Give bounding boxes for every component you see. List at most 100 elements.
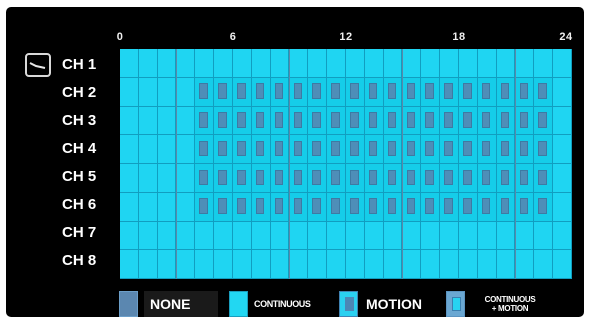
- schedule-cell-ch6-h20[interactable]: [496, 192, 516, 222]
- schedule-cell-ch7-h2[interactable]: [157, 221, 177, 251]
- schedule-cell-ch1-h7[interactable]: [251, 49, 271, 78]
- schedule-cell-ch5-h20[interactable]: [496, 164, 516, 193]
- schedule-cell-ch5-h9[interactable]: [289, 164, 309, 193]
- schedule-cell-ch1-h14[interactable]: [383, 49, 403, 78]
- schedule-cell-ch1-h9[interactable]: [289, 49, 309, 78]
- schedule-cell-ch6-h10[interactable]: [308, 192, 328, 222]
- schedule-cell-ch2-h22[interactable]: [534, 77, 554, 107]
- schedule-cell-ch1-h6[interactable]: [233, 49, 252, 78]
- schedule-cell-ch1-h18[interactable]: [459, 49, 478, 78]
- schedule-cell-ch6-h11[interactable]: [327, 192, 346, 222]
- schedule-cell-ch7-h10[interactable]: [308, 221, 328, 251]
- schedule-cell-ch8-h11[interactable]: [327, 250, 346, 279]
- channel-label-5[interactable]: CH 5: [62, 167, 112, 187]
- schedule-cell-ch5-h16[interactable]: [421, 164, 441, 193]
- schedule-cell-ch2-h3[interactable]: [176, 77, 196, 107]
- schedule-cell-ch1-h12[interactable]: [346, 49, 365, 78]
- schedule-cell-ch6-h2[interactable]: [157, 192, 177, 222]
- schedule-cell-ch1-h2[interactable]: [157, 49, 177, 78]
- schedule-cell-ch1-h3[interactable]: [176, 49, 196, 78]
- schedule-cell-ch3-h8[interactable]: [270, 106, 290, 136]
- schedule-cell-ch8-h8[interactable]: [270, 250, 290, 279]
- schedule-cell-ch2-h4[interactable]: [195, 77, 215, 107]
- schedule-cell-ch2-h23[interactable]: [553, 77, 572, 107]
- schedule-cell-ch7-h4[interactable]: [195, 221, 215, 251]
- schedule-cell-ch8-h23[interactable]: [553, 250, 572, 279]
- schedule-cell-ch3-h9[interactable]: [289, 106, 309, 136]
- schedule-cell-ch5-h4[interactable]: [195, 164, 215, 193]
- schedule-cell-ch2-h11[interactable]: [327, 77, 346, 107]
- schedule-cell-ch8-h13[interactable]: [364, 250, 384, 279]
- schedule-cell-ch8-h2[interactable]: [157, 250, 177, 279]
- legend-continuous-motion[interactable]: CONTINUOUS + MOTION: [446, 291, 554, 317]
- schedule-cell-ch3-h4[interactable]: [195, 106, 215, 136]
- schedule-cell-ch7-h6[interactable]: [233, 221, 252, 251]
- schedule-cell-ch8-h1[interactable]: [138, 250, 158, 279]
- schedule-cell-ch7-h20[interactable]: [496, 221, 516, 251]
- schedule-cell-ch6-h4[interactable]: [195, 192, 215, 222]
- schedule-cell-ch3-h15[interactable]: [402, 106, 422, 136]
- channel-label-6[interactable]: CH 6: [62, 195, 112, 215]
- schedule-cell-ch7-h19[interactable]: [477, 221, 497, 251]
- schedule-cell-ch7-h16[interactable]: [421, 221, 441, 251]
- schedule-cell-ch5-h19[interactable]: [477, 164, 497, 193]
- schedule-cell-ch6-h9[interactable]: [289, 192, 309, 222]
- schedule-cell-ch7-h14[interactable]: [383, 221, 403, 251]
- schedule-cell-ch2-h16[interactable]: [421, 77, 441, 107]
- schedule-cell-ch3-h0[interactable]: [120, 106, 139, 136]
- schedule-cell-ch3-h2[interactable]: [157, 106, 177, 136]
- schedule-cell-ch4-h5[interactable]: [214, 135, 233, 164]
- schedule-cell-ch6-h6[interactable]: [233, 192, 252, 222]
- schedule-cell-ch2-h19[interactable]: [477, 77, 497, 107]
- schedule-cell-ch4-h9[interactable]: [289, 135, 309, 164]
- schedule-cell-ch3-h6[interactable]: [233, 106, 252, 136]
- schedule-cell-ch8-h10[interactable]: [308, 250, 328, 279]
- schedule-cell-ch6-h7[interactable]: [251, 192, 271, 222]
- schedule-cell-ch3-h23[interactable]: [553, 106, 572, 136]
- schedule-cell-ch2-h9[interactable]: [289, 77, 309, 107]
- schedule-cell-ch3-h22[interactable]: [534, 106, 554, 136]
- schedule-cell-ch3-h20[interactable]: [496, 106, 516, 136]
- schedule-cell-ch6-h13[interactable]: [364, 192, 384, 222]
- schedule-cell-ch8-h21[interactable]: [515, 250, 535, 279]
- schedule-cell-ch4-h13[interactable]: [364, 135, 384, 164]
- schedule-cell-ch4-h22[interactable]: [534, 135, 554, 164]
- schedule-cell-ch1-h13[interactable]: [364, 49, 384, 78]
- schedule-cell-ch4-h17[interactable]: [440, 135, 459, 164]
- schedule-cell-ch1-h5[interactable]: [214, 49, 233, 78]
- schedule-cell-ch4-h1[interactable]: [138, 135, 158, 164]
- schedule-cell-ch5-h23[interactable]: [553, 164, 572, 193]
- legend-continuous[interactable]: CONTINUOUS: [229, 291, 333, 317]
- schedule-cell-ch7-h17[interactable]: [440, 221, 459, 251]
- schedule-cell-ch8-h12[interactable]: [346, 250, 365, 279]
- schedule-cell-ch4-h21[interactable]: [515, 135, 535, 164]
- schedule-cell-ch8-h14[interactable]: [383, 250, 403, 279]
- schedule-cell-ch7-h21[interactable]: [515, 221, 535, 251]
- schedule-cell-ch3-h1[interactable]: [138, 106, 158, 136]
- schedule-cell-ch4-h15[interactable]: [402, 135, 422, 164]
- schedule-cell-ch8-h16[interactable]: [421, 250, 441, 279]
- schedule-cell-ch1-h17[interactable]: [440, 49, 459, 78]
- schedule-cell-ch3-h19[interactable]: [477, 106, 497, 136]
- schedule-cell-ch5-h5[interactable]: [214, 164, 233, 193]
- schedule-cell-ch5-h15[interactable]: [402, 164, 422, 193]
- schedule-cell-ch5-h2[interactable]: [157, 164, 177, 193]
- schedule-cell-ch2-h5[interactable]: [214, 77, 233, 107]
- schedule-cell-ch4-h11[interactable]: [327, 135, 346, 164]
- schedule-cell-ch1-h20[interactable]: [496, 49, 516, 78]
- schedule-cell-ch3-h16[interactable]: [421, 106, 441, 136]
- schedule-cell-ch6-h15[interactable]: [402, 192, 422, 222]
- schedule-cell-ch2-h14[interactable]: [383, 77, 403, 107]
- schedule-cell-ch7-h15[interactable]: [402, 221, 422, 251]
- schedule-cell-ch7-h5[interactable]: [214, 221, 233, 251]
- channel-label-1[interactable]: CH 1: [62, 55, 112, 75]
- schedule-cell-ch3-h3[interactable]: [176, 106, 196, 136]
- schedule-cell-ch6-h19[interactable]: [477, 192, 497, 222]
- schedule-cell-ch8-h18[interactable]: [459, 250, 478, 279]
- schedule-cell-ch7-h3[interactable]: [176, 221, 196, 251]
- schedule-cell-ch8-h9[interactable]: [289, 250, 309, 279]
- schedule-cell-ch5-h8[interactable]: [270, 164, 290, 193]
- schedule-cell-ch1-h19[interactable]: [477, 49, 497, 78]
- legend-motion[interactable]: MOTION: [339, 291, 439, 317]
- schedule-cell-ch3-h12[interactable]: [346, 106, 365, 136]
